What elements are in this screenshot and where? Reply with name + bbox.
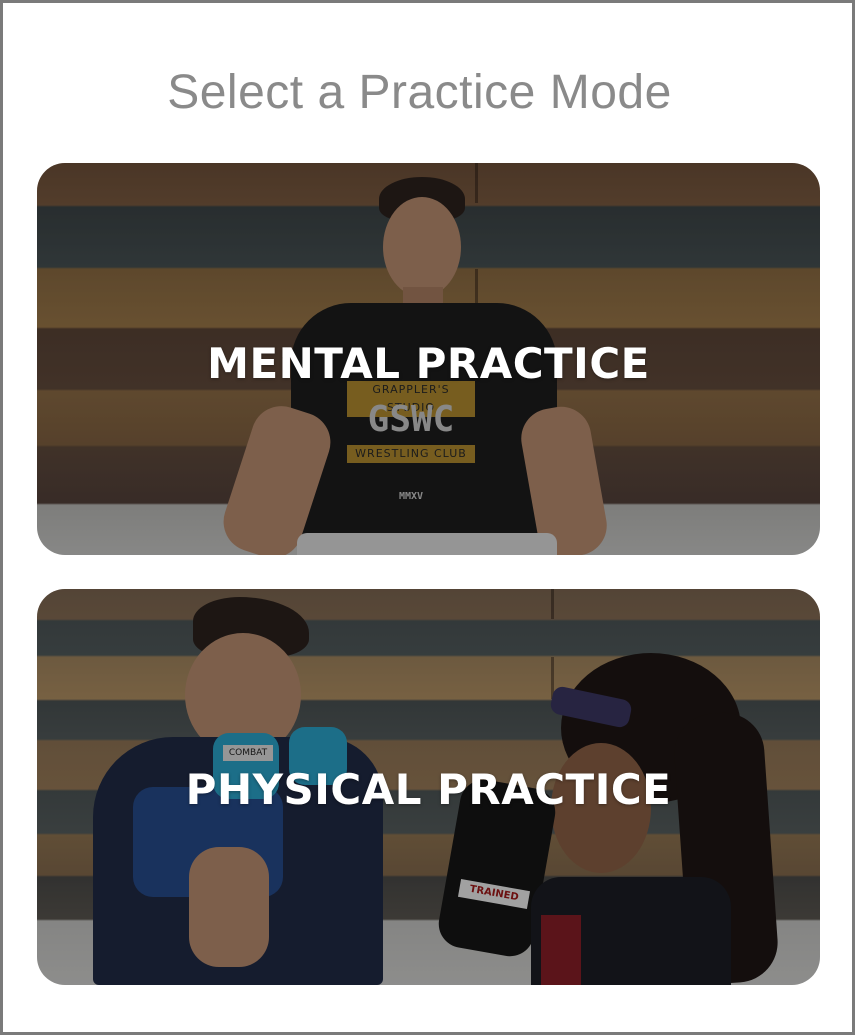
physical-practice-label: PHYSICAL PRACTICE — [185, 765, 672, 814]
app-screen: Select a Practice Mode GRAPPLER'S STUDIO… — [0, 0, 855, 1035]
physical-practice-card[interactable]: COMBAT TRAINED PHYSICAL PRACTICE — [37, 589, 820, 985]
mental-practice-card[interactable]: GRAPPLER'S STUDIO GSWC WRESTLING CLUB MM… — [37, 163, 820, 555]
mental-practice-label: MENTAL PRACTICE — [207, 339, 650, 388]
page-title: Select a Practice Mode — [167, 66, 672, 119]
